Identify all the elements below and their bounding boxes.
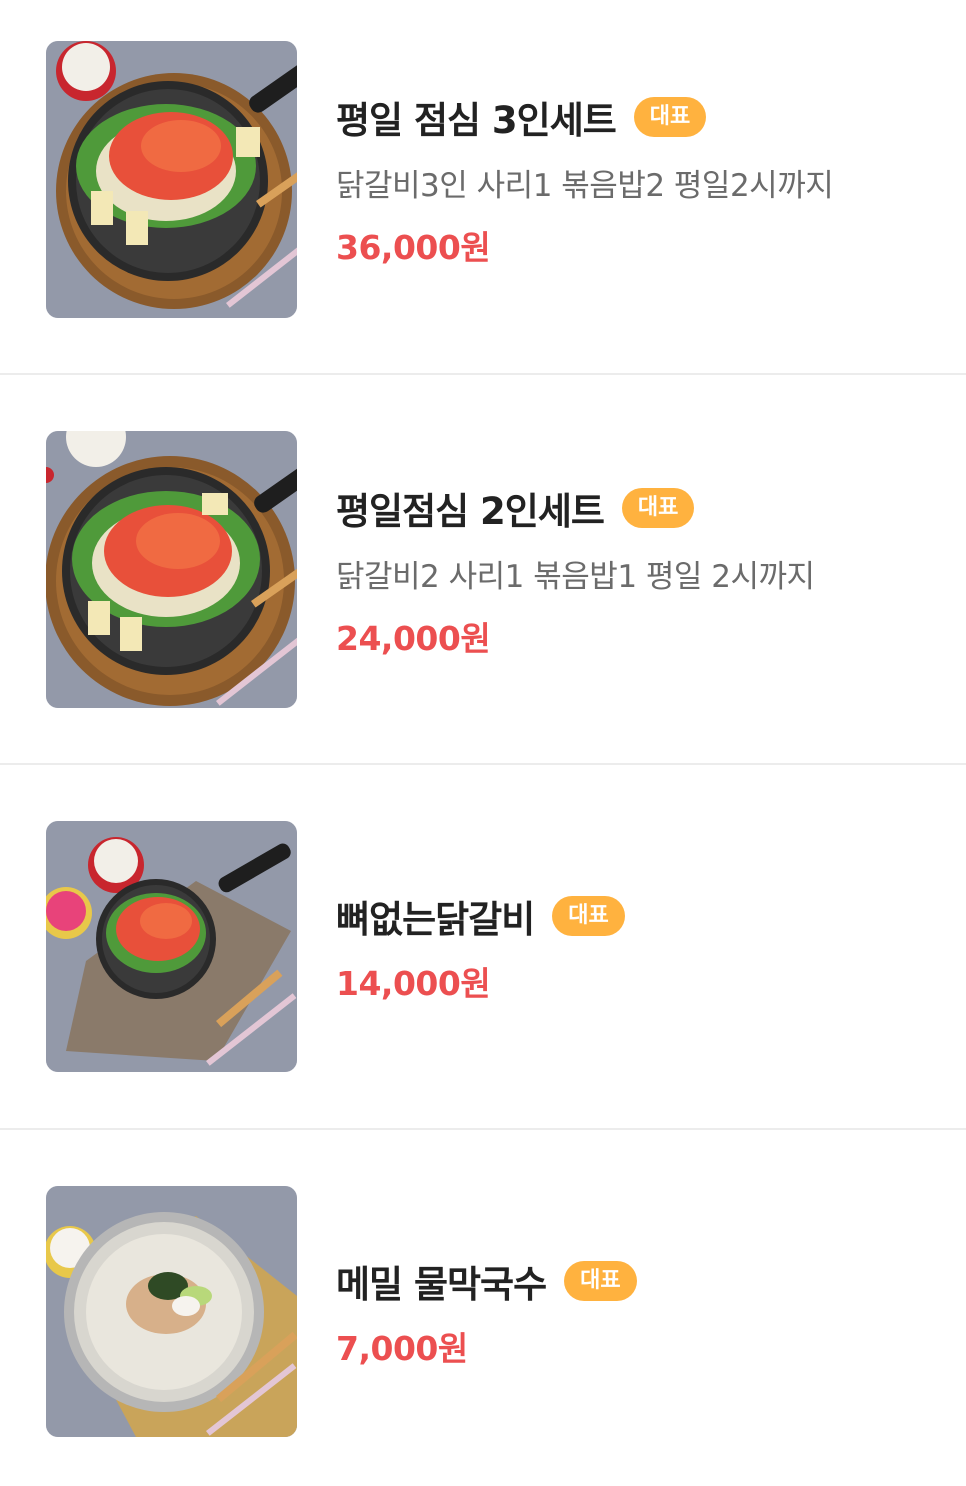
menu-item-price: 14,000원 bbox=[336, 964, 491, 1003]
signature-badge: 대표 bbox=[633, 97, 707, 137]
menu-item-description: 닭갈비3인 사리1 볶음밥2 평일2시까지 bbox=[336, 168, 834, 204]
menu-item-name[interactable]: 평일점심 2인세트 bbox=[336, 481, 605, 535]
menu-item-name-row: 뼈없는닭갈비 대표 bbox=[336, 893, 946, 941]
signature-badge: 대표 bbox=[564, 1261, 637, 1301]
signature-badge: 대표 bbox=[552, 896, 625, 936]
menu-item[interactable]: 평일 점심 3인세트 대표 닭갈비3인 사리1 볶음밥2 평일2시까지 36,0… bbox=[0, 0, 966, 374]
menu-item-price: 36,000원 bbox=[336, 228, 491, 267]
menu-item-name-row: 평일점심 2인세트 대표 bbox=[336, 485, 946, 533]
menu-item-info: 메밀 물막국수 대표 7,000원 bbox=[336, 1258, 946, 1370]
menu-list: 평일 점심 3인세트 대표 닭갈비3인 사리1 볶음밥2 평일2시까지 36,0… bbox=[0, 0, 966, 1486]
menu-item-photo[interactable] bbox=[46, 431, 297, 708]
menu-item-price: 24,000원 bbox=[336, 619, 491, 658]
menu-item-info: 평일 점심 3인세트 대표 닭갈비3인 사리1 볶음밥2 평일2시까지 36,0… bbox=[336, 94, 946, 269]
menu-item-name-row: 메밀 물막국수 대표 bbox=[336, 1258, 946, 1306]
menu-item[interactable]: 뼈없는닭갈비 대표 14,000원 bbox=[0, 765, 966, 1129]
menu-item-name[interactable]: 평일 점심 3인세트 bbox=[336, 90, 617, 144]
menu-item-name[interactable]: 메밀 물막국수 bbox=[336, 1254, 547, 1308]
menu-item-name-row: 평일 점심 3인세트 대표 bbox=[336, 94, 946, 142]
menu-item-info: 평일점심 2인세트 대표 닭갈비2 사리1 볶음밥1 평일 2시까지 24,00… bbox=[336, 485, 946, 660]
menu-item[interactable]: 평일점심 2인세트 대표 닭갈비2 사리1 볶음밥1 평일 2시까지 24,00… bbox=[0, 375, 966, 764]
menu-item-photo[interactable] bbox=[46, 1186, 297, 1437]
menu-item-price: 7,000원 bbox=[336, 1329, 468, 1368]
signature-badge: 대표 bbox=[621, 488, 695, 528]
menu-item-name[interactable]: 뼈없는닭갈비 bbox=[336, 889, 535, 943]
menu-item-photo[interactable] bbox=[46, 41, 297, 318]
menu-item-photo[interactable] bbox=[46, 821, 297, 1072]
menu-item[interactable]: 메밀 물막국수 대표 7,000원 bbox=[0, 1130, 966, 1486]
menu-item-info: 뼈없는닭갈비 대표 14,000원 bbox=[336, 893, 946, 1005]
menu-item-description: 닭갈비2 사리1 볶음밥1 평일 2시까지 bbox=[336, 559, 815, 595]
